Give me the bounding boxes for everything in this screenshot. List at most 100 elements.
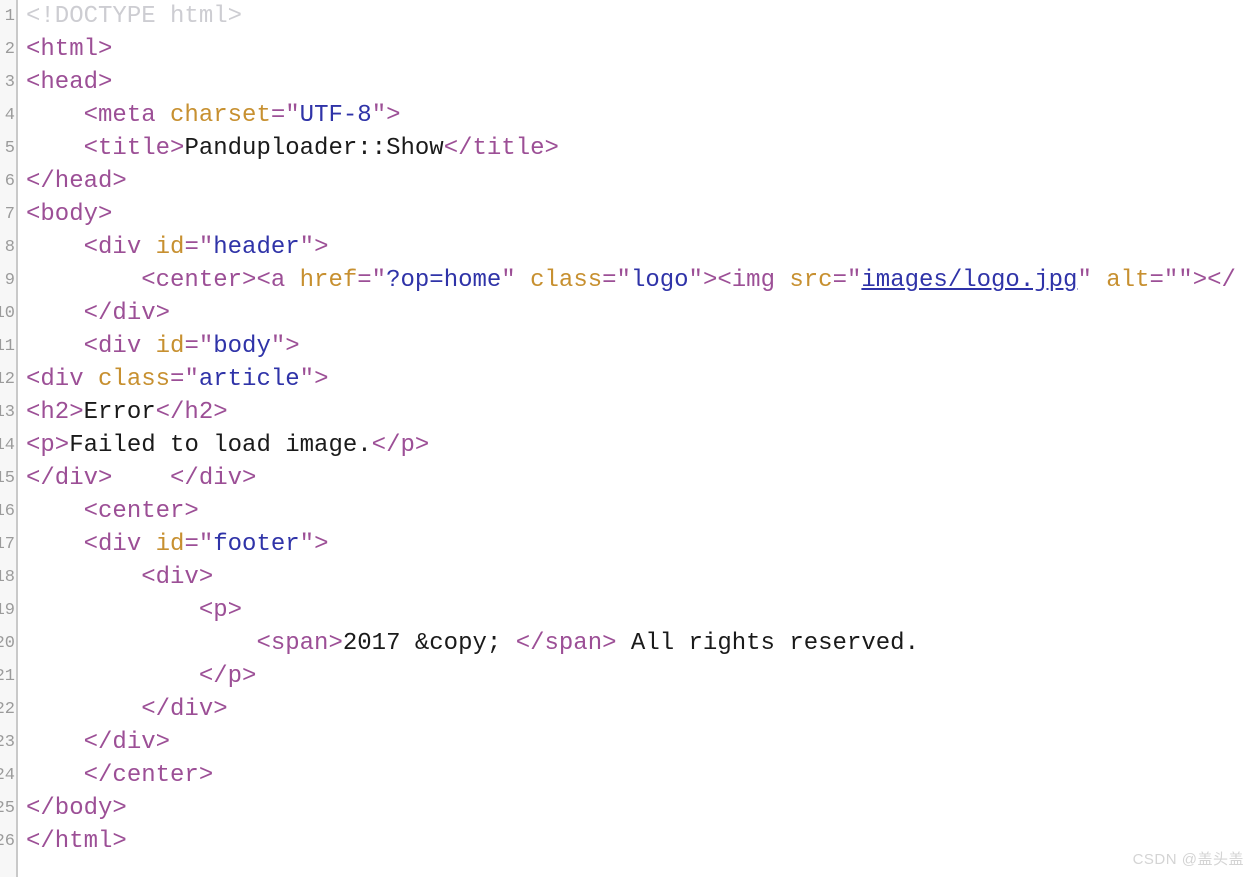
code-line[interactable]: <p>Failed to load image.</p> — [20, 429, 1258, 462]
code-token: " — [198, 531, 214, 558]
code-token: </body> — [26, 795, 127, 822]
line-number: 4 — [4, 106, 15, 125]
code-line[interactable]: <div id="header"> — [20, 231, 1258, 264]
code-line[interactable]: <div id="footer"> — [20, 528, 1258, 561]
code-token: <html> — [26, 36, 113, 63]
code-token: id — [155, 333, 185, 360]
code-token: " — [847, 267, 862, 294]
csdn-watermark: CSDN @盖头盖 — [1132, 851, 1244, 868]
code-token: </html> — [26, 828, 127, 855]
code-line[interactable]: </div> — [20, 693, 1258, 726]
code-token: </center> — [83, 762, 214, 789]
code-token: = — [832, 267, 847, 294]
code-token: <body> — [26, 201, 113, 228]
code-token: footer — [213, 531, 300, 558]
code-line[interactable]: </div> — [20, 726, 1258, 759]
code-token: ><img — [702, 267, 790, 294]
code-token: </p> — [198, 663, 257, 690]
code-line[interactable]: </div> — [20, 297, 1258, 330]
line-number: 2 — [4, 40, 15, 59]
line-number: 5 — [4, 139, 15, 158]
code-token: <div — [83, 234, 156, 261]
code-token: = — [602, 267, 617, 294]
line-number: 13 — [0, 403, 15, 422]
code-token: <div — [83, 333, 156, 360]
line-number: 26 — [0, 832, 15, 851]
code-token: <!DOCTYPE html> — [26, 3, 243, 30]
code-line[interactable]: <p> — [20, 594, 1258, 627]
code-line[interactable]: <center><a href="?op=home" class="logo">… — [20, 264, 1258, 297]
code-token: images/logo.jpg — [861, 267, 1078, 294]
code-token: " — [184, 366, 199, 393]
code-line[interactable]: <title>Panduploader::Show</title> — [20, 132, 1258, 165]
code-token: 2017 &copy; — [342, 630, 516, 657]
code-token: Failed to load image. — [69, 432, 372, 459]
code-token: = — [184, 333, 199, 360]
code-token: = — [270, 102, 286, 129]
code-token: </div> — [83, 729, 171, 756]
code-line[interactable]: </div> </div> — [20, 462, 1258, 495]
code-token: = — [184, 531, 199, 558]
code-line[interactable]: </center> — [20, 759, 1258, 792]
code-token: ></ — [1192, 267, 1236, 294]
code-token: article — [198, 366, 300, 393]
code-token: <h2> — [26, 399, 84, 426]
line-number-gutter: 1234567891011121314151617181920212223242… — [0, 0, 18, 877]
line-number-list: 1234567891011121314151617181920212223242… — [0, 0, 16, 858]
code-token: id — [155, 531, 185, 558]
code-token: " — [198, 234, 214, 261]
code-token: </head> — [26, 168, 127, 195]
line-number: 10 — [0, 304, 15, 323]
line-number: 8 — [4, 238, 15, 257]
code-line[interactable]: </html> — [20, 825, 1258, 858]
code-line[interactable]: <html> — [20, 33, 1258, 66]
code-line[interactable]: <div> — [20, 561, 1258, 594]
code-line[interactable]: </body> — [20, 792, 1258, 825]
code-token: </div> — [26, 465, 113, 492]
code-line[interactable]: <center> — [20, 495, 1258, 528]
code-line[interactable]: <body> — [20, 198, 1258, 231]
code-token: <head> — [26, 69, 113, 96]
code-token: Panduploader::Show — [184, 135, 444, 162]
code-token: <meta — [83, 102, 171, 129]
code-token: "" — [1163, 267, 1193, 294]
code-token: </div> — [83, 300, 171, 327]
code-token: header — [213, 234, 300, 261]
code-token: src — [789, 267, 833, 294]
code-token: > — [314, 531, 329, 558]
line-number: 6 — [4, 172, 15, 191]
code-line[interactable]: <!DOCTYPE html> — [20, 0, 1258, 33]
code-token: > — [314, 366, 329, 393]
code-line[interactable]: </head> — [20, 165, 1258, 198]
code-line[interactable]: </p> — [20, 660, 1258, 693]
line-number: 1 — [4, 7, 15, 26]
code-token: charset — [170, 102, 271, 129]
code-line[interactable]: <h2>Error</h2> — [20, 396, 1258, 429]
code-token: alt — [1106, 267, 1150, 294]
code-token: <p> — [198, 597, 243, 624]
code-line[interactable]: <div id="body"> — [20, 330, 1258, 363]
code-token: " — [299, 531, 315, 558]
code-line[interactable]: <span>2017 &copy; </span> All rights res… — [20, 627, 1258, 660]
code-token: All rights reserved. — [616, 630, 919, 657]
code-token: class — [530, 267, 603, 294]
code-token: <center> — [83, 498, 199, 525]
line-number: 18 — [0, 568, 15, 587]
code-content[interactable]: <!DOCTYPE html> <html> <head> <meta charse… — [20, 0, 1258, 877]
code-line[interactable]: <meta charset="UTF-8"> — [20, 99, 1258, 132]
code-token: <title> — [83, 135, 185, 162]
code-line[interactable]: <head> — [20, 66, 1258, 99]
code-token: <span> — [256, 630, 343, 657]
code-line[interactable]: <div class="article"> — [20, 363, 1258, 396]
code-token: <div — [26, 366, 99, 393]
